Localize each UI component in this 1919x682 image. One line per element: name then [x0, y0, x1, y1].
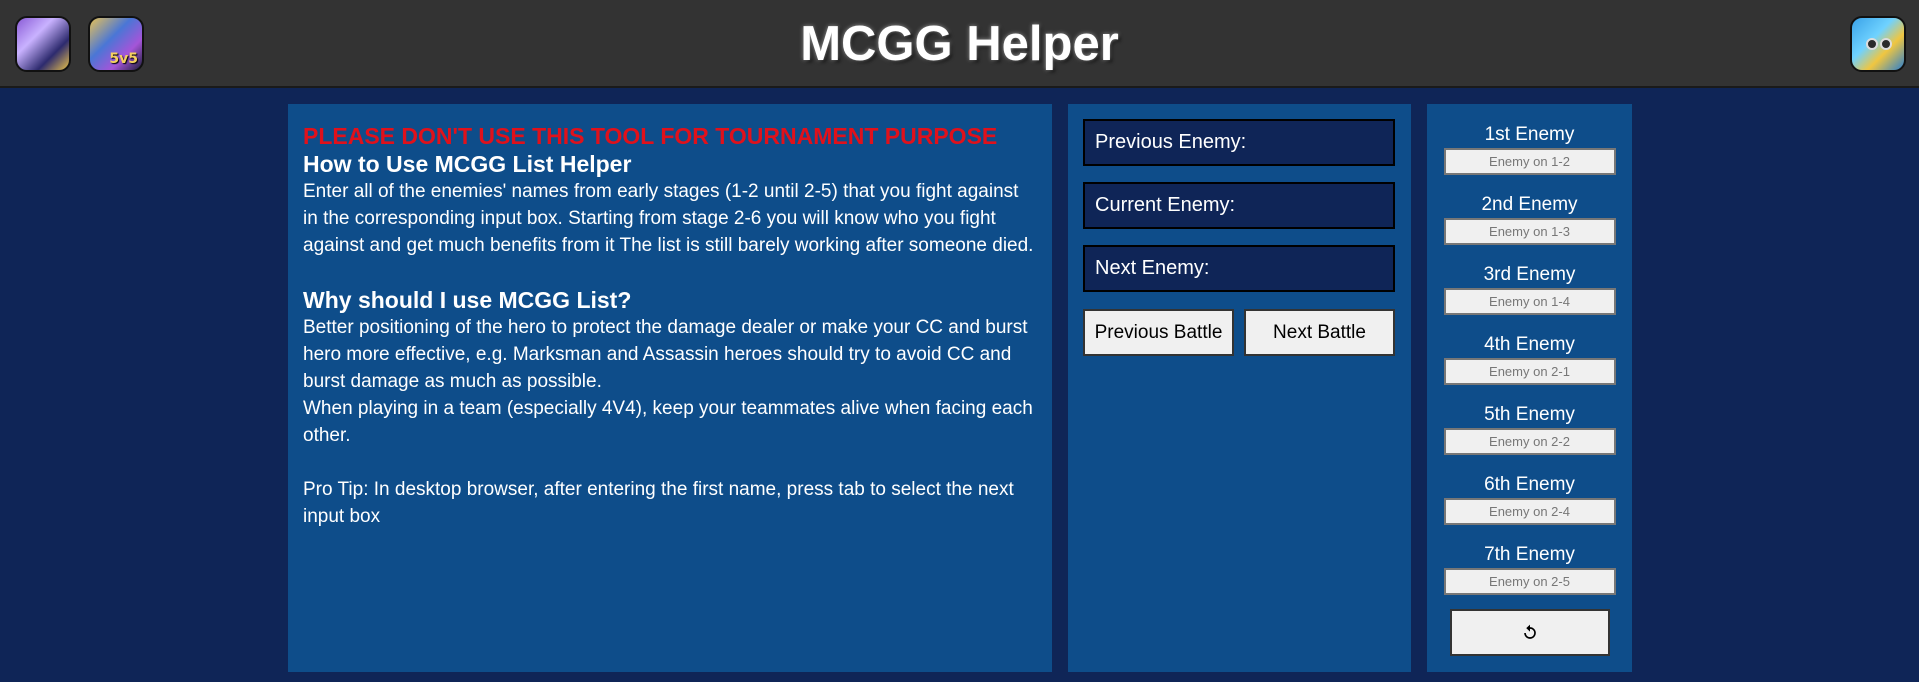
page-title: MCGG Helper	[800, 17, 1119, 71]
enemy-entry-1: 1st Enemy	[1427, 124, 1632, 175]
mascot-icon[interactable]	[1850, 16, 1906, 72]
enemy-entry-3: 3rd Enemy	[1427, 264, 1632, 315]
enemy-input-5[interactable]	[1443, 428, 1616, 455]
why-use-text-2: When playing in a team (especially 4V4),…	[303, 398, 1033, 446]
enemy-entry-6: 6th Enemy	[1427, 474, 1632, 525]
enemy-input-4[interactable]	[1443, 358, 1616, 385]
next-enemy-display: Next Enemy:	[1083, 245, 1395, 292]
pro-tip-text: Pro Tip: In desktop browser, after enter…	[303, 479, 1014, 527]
mascot-eye-right	[1880, 38, 1892, 50]
enemy-entry-5: 5th Enemy	[1427, 404, 1632, 455]
why-use-text-1: Better positioning of the hero to protec…	[303, 317, 1028, 392]
enemy-input-6[interactable]	[1443, 498, 1616, 525]
reset-button[interactable]	[1450, 609, 1610, 656]
enemy-label: 7th Enemy	[1484, 544, 1575, 565]
previous-enemy-display: Previous Enemy:	[1083, 119, 1395, 166]
enemy-entry-4: 4th Enemy	[1427, 334, 1632, 385]
enemy-label: 5th Enemy	[1484, 404, 1575, 425]
enemy-input-2[interactable]	[1443, 218, 1616, 245]
enemy-label: 2nd Enemy	[1481, 194, 1578, 215]
info-panel: PLEASE DON'T USE THIS TOOL FOR TOURNAMEN…	[288, 104, 1052, 672]
mascot-eye-left	[1866, 38, 1878, 50]
current-enemy-display: Current Enemy:	[1083, 182, 1395, 229]
enemy-list-panel: 1st Enemy 2nd Enemy 3rd Enemy 4th Enemy …	[1427, 104, 1632, 672]
why-use-heading: Why should I use MCGG List?	[303, 287, 632, 313]
reset-icon	[1524, 624, 1536, 639]
how-to-use-heading: How to Use MCGG List Helper	[303, 151, 632, 177]
enemy-label: 1st Enemy	[1484, 124, 1575, 145]
enemy-input-7[interactable]	[1443, 568, 1616, 595]
battle-control-panel: Previous Enemy: Current Enemy: Next Enem…	[1068, 104, 1411, 672]
next-battle-button[interactable]: Next Battle	[1244, 309, 1395, 356]
app-header: 5v5 MCGG Helper	[0, 0, 1919, 88]
enemy-label: 3rd Enemy	[1483, 264, 1576, 285]
enemy-input-3[interactable]	[1443, 288, 1616, 315]
enemy-label: 6th Enemy	[1484, 474, 1575, 495]
how-to-use-text: Enter all of the enemies' names from ear…	[303, 181, 1034, 256]
enemy-label: 4th Enemy	[1484, 334, 1575, 355]
enemy-entry-2: 2nd Enemy	[1427, 194, 1632, 245]
enemy-input-1[interactable]	[1443, 148, 1616, 175]
tournament-warning: PLEASE DON'T USE THIS TOOL FOR TOURNAMEN…	[303, 123, 998, 149]
previous-battle-button[interactable]: Previous Battle	[1083, 309, 1234, 356]
enemy-entry-7: 7th Enemy	[1427, 544, 1632, 595]
